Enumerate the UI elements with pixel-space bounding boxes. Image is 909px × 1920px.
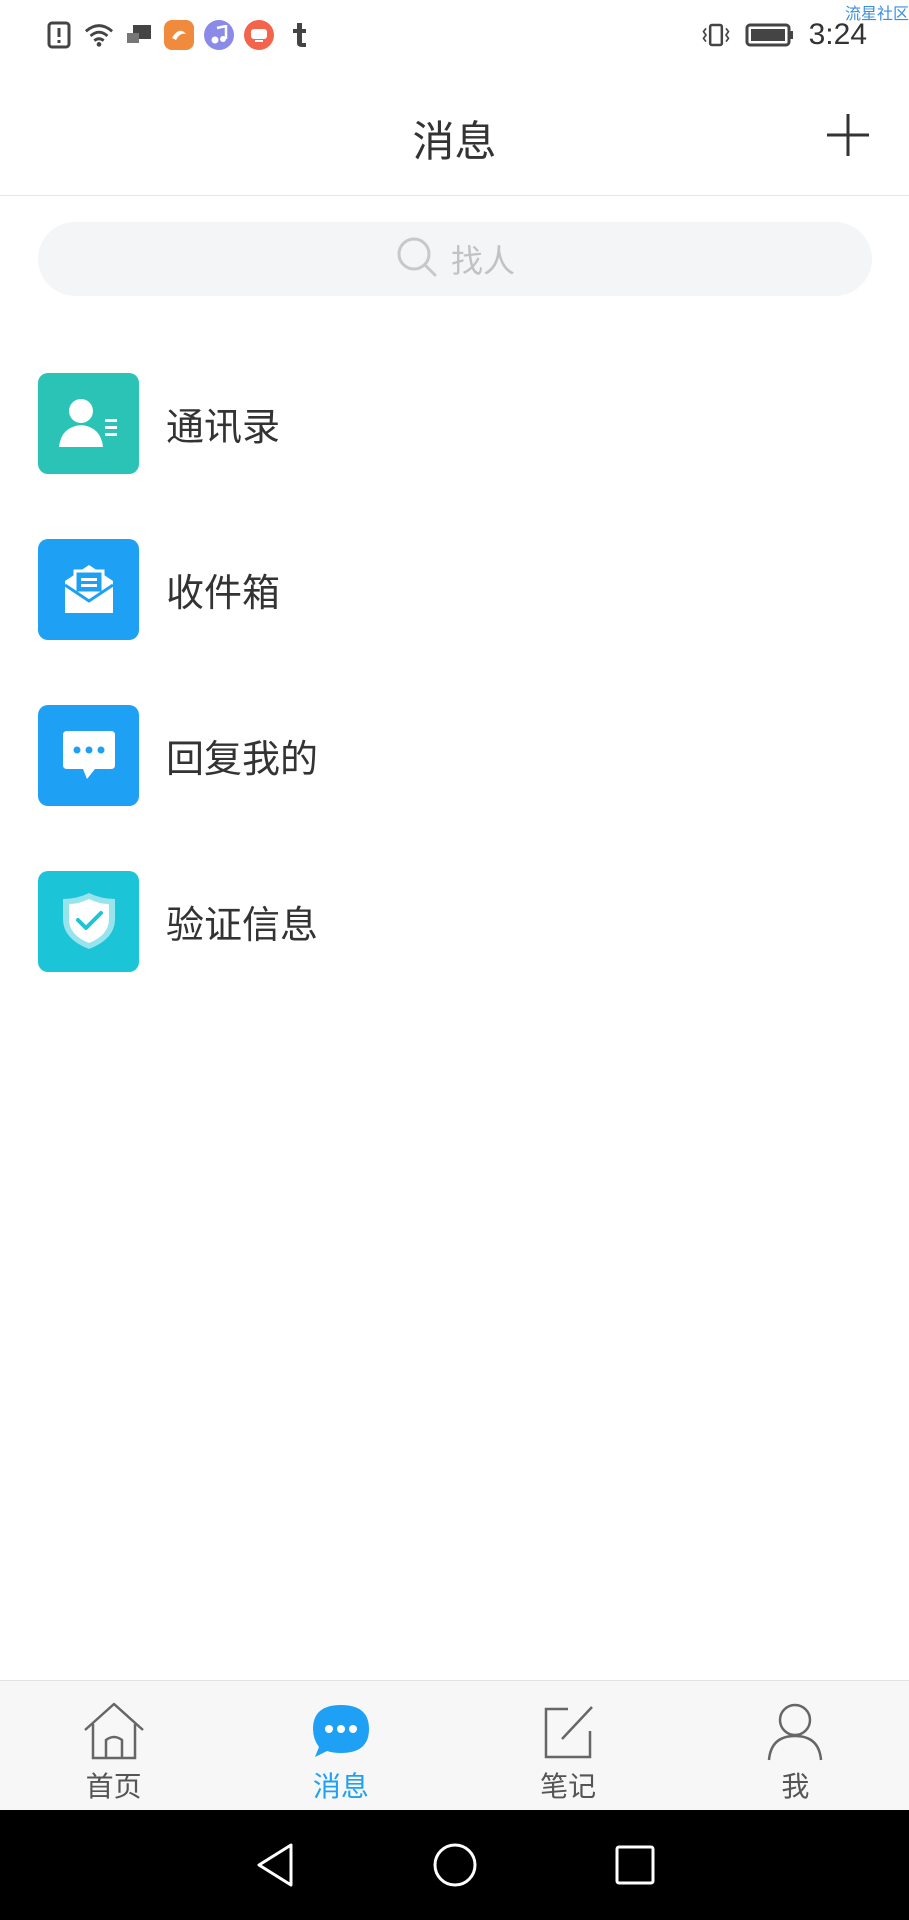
notification-icons	[44, 20, 314, 50]
menu-item-verification[interactable]: 验证信息	[0, 838, 909, 1004]
home-icon	[81, 1701, 147, 1761]
tab-label: 笔记	[540, 1770, 597, 1803]
add-button[interactable]	[825, 112, 871, 158]
status-bar: 流星社区 3:24	[0, 0, 909, 76]
search-icon	[395, 235, 439, 283]
reply-bubble-icon	[38, 704, 139, 806]
screen-cast-icon	[124, 20, 154, 50]
menu-item-label: 回复我的	[166, 736, 319, 781]
message-icon	[308, 1701, 374, 1761]
menu-item-contacts[interactable]: 通讯录	[0, 340, 909, 506]
uc-browser-icon	[164, 20, 194, 50]
system-status: 3:24	[701, 18, 867, 52]
profile-icon	[762, 1701, 828, 1761]
plus-icon	[827, 114, 869, 156]
menu-item-label: 收件箱	[166, 570, 281, 615]
circle-icon	[433, 1843, 476, 1887]
menu-item-label: 验证信息	[166, 902, 319, 947]
music-icon	[204, 20, 234, 50]
back-button[interactable]	[245, 1835, 305, 1895]
vibrate-icon	[701, 20, 731, 50]
tab-messages[interactable]: 消息	[227, 1681, 454, 1810]
tab-notes[interactable]: 笔记	[455, 1681, 682, 1810]
screen: 流星社区 3:24 消息 找人 通讯录 收件箱 回复我的 验证信息 首页 消息 …	[0, 0, 909, 1920]
clock: 3:24	[808, 18, 867, 51]
menu-item-replies[interactable]: 回复我的	[0, 672, 909, 838]
search-placeholder: 找人	[450, 242, 515, 280]
bottom-tab-bar: 首页 消息 笔记 我	[0, 1680, 909, 1810]
menu-item-inbox[interactable]: 收件箱	[0, 506, 909, 672]
tab-label: 我	[781, 1770, 810, 1803]
tab-profile[interactable]: 我	[682, 1681, 909, 1810]
page-title: 消息	[412, 117, 497, 166]
app-header: 消息	[0, 76, 909, 196]
alert-icon	[44, 20, 74, 50]
menu-item-label: 通讯录	[166, 404, 281, 449]
tumblr-icon	[284, 20, 314, 50]
tab-label: 消息	[312, 1770, 369, 1803]
message-menu-list: 通讯录 收件箱 回复我的 验证信息	[0, 340, 909, 1004]
home-nav-button[interactable]	[425, 1835, 485, 1895]
note-icon	[535, 1701, 601, 1761]
contacts-icon	[38, 372, 139, 474]
recents-button[interactable]	[605, 1835, 665, 1895]
app-icon	[244, 20, 274, 50]
tab-label: 首页	[85, 1770, 142, 1803]
inbox-icon	[38, 538, 139, 640]
battery-icon	[745, 20, 795, 50]
shield-check-icon	[38, 870, 139, 972]
tab-home[interactable]: 首页	[0, 1681, 227, 1810]
wifi-icon	[84, 20, 114, 50]
search-input[interactable]: 找人	[38, 222, 872, 296]
system-nav-bar	[0, 1810, 909, 1920]
square-icon	[615, 1845, 654, 1885]
back-triangle-icon	[257, 1843, 292, 1887]
